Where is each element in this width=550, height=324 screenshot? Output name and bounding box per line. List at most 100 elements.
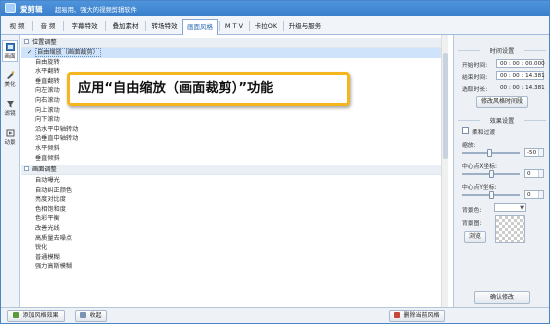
spin-arrows-icon[interactable] bbox=[538, 191, 543, 198]
end-time-label: 结束时间: bbox=[462, 75, 488, 81]
list-item[interactable]: 垂直倾斜 bbox=[21, 154, 448, 164]
app-name: 爱剪辑 bbox=[20, 5, 43, 14]
tab-divider bbox=[283, 21, 284, 31]
add-icon bbox=[13, 311, 20, 318]
collapse-toggle-icon[interactable] bbox=[24, 165, 29, 171]
tab-divider bbox=[105, 21, 106, 31]
tab-transitions[interactable]: 转场特效 bbox=[147, 20, 182, 33]
zoom-slider[interactable] bbox=[462, 149, 520, 157]
list-item[interactable]: 水平倾斜 bbox=[21, 144, 448, 154]
start-time-label: 开始时间: bbox=[462, 63, 488, 69]
delete-style-button[interactable]: 删除当前风格 bbox=[389, 310, 445, 322]
chevron-down-icon: ▼ bbox=[520, 205, 524, 211]
category-sidebar: 画面 美化 滤镜 动景 bbox=[1, 35, 20, 307]
collapse-button[interactable]: 收起 bbox=[75, 310, 107, 322]
list-item[interactable]: 沿水平中轴转动 bbox=[21, 125, 448, 135]
title-bar: 爱剪辑 超易用、强大的视频剪辑软件 bbox=[1, 1, 549, 16]
divider bbox=[524, 50, 546, 51]
center-x-slider[interactable] bbox=[462, 170, 520, 178]
spin-arrows-icon[interactable] bbox=[538, 170, 543, 177]
collapse-toggle-icon[interactable] bbox=[24, 38, 29, 44]
tab-divider bbox=[63, 21, 64, 31]
center-x-spinbox[interactable]: 0 bbox=[524, 169, 544, 178]
duration-label: 选取时长: bbox=[462, 87, 488, 93]
tab-divider bbox=[32, 21, 33, 31]
list-item[interactable]: 自动纠正颜色 bbox=[21, 186, 448, 196]
sidebar-item-motion[interactable]: 动景 bbox=[2, 127, 18, 149]
collapse-icon bbox=[80, 311, 87, 318]
list-item[interactable]: 自动曝光 bbox=[21, 176, 448, 186]
list-item[interactable]: 向下滚动 bbox=[21, 115, 448, 125]
tab-karaoke[interactable]: 卡拉OK bbox=[251, 20, 281, 33]
browse-button[interactable]: 浏览 bbox=[464, 231, 486, 243]
list-item[interactable]: 高质量去噪点 bbox=[21, 234, 448, 244]
tab-divider bbox=[145, 21, 146, 31]
list-item[interactable]: 普通模糊 bbox=[21, 253, 448, 263]
scrollbar-thumb[interactable] bbox=[443, 53, 448, 159]
start-time-field[interactable]: 00 : 00 : 00.000 bbox=[496, 59, 545, 68]
beautify-icon bbox=[6, 71, 14, 79]
list-item[interactable]: 自由旋转 bbox=[21, 58, 448, 68]
app-logo-icon bbox=[5, 3, 16, 13]
motion-icon bbox=[6, 129, 14, 137]
add-style-effect-button[interactable]: 添加风格效果 bbox=[7, 310, 65, 322]
zoom-label: 缩放: bbox=[462, 143, 476, 149]
list-item[interactable]: 锐化 bbox=[21, 243, 448, 253]
app-slogan: 超易用、强大的视频剪辑软件 bbox=[55, 7, 137, 14]
sidebar-item-label: 美化 bbox=[4, 82, 16, 88]
tab-picture-style[interactable]: 画面风格 bbox=[182, 19, 218, 35]
sidebar-item-picture[interactable]: 画面 bbox=[2, 40, 18, 62]
zoom-spinbox[interactable]: -50 bbox=[524, 148, 544, 157]
check-icon: ✓ bbox=[27, 49, 33, 56]
sidebar-item-filter[interactable]: 滤镜 bbox=[2, 98, 18, 120]
annotation-callout: 应用“自由缩放（画面裁剪）”功能 bbox=[67, 72, 350, 106]
duration-value: 00 : 00 : 14.381 bbox=[500, 85, 545, 91]
slider-knob[interactable] bbox=[487, 149, 492, 157]
tab-audio[interactable]: 音 频 bbox=[37, 20, 59, 33]
tab-video[interactable]: 视 频 bbox=[6, 20, 28, 33]
list-item[interactable]: 亮度对比度 bbox=[21, 195, 448, 205]
delete-icon bbox=[394, 311, 401, 318]
modify-style-time-button[interactable]: 修改风格时间段 bbox=[476, 96, 528, 108]
slider-knob[interactable] bbox=[489, 170, 494, 178]
category-picture-adjust[interactable]: 画面调整 bbox=[21, 165, 448, 175]
list-item[interactable]: 色相饱和度 bbox=[21, 205, 448, 215]
list-item[interactable]: 沿垂直中轴转动 bbox=[21, 134, 448, 144]
list-item[interactable]: 向上滚动 bbox=[21, 106, 448, 116]
center-y-spinbox[interactable]: 0 bbox=[524, 190, 544, 199]
list-item[interactable]: 改善光线 bbox=[21, 224, 448, 234]
sidebar-item-label: 动景 bbox=[4, 140, 16, 146]
list-item[interactable]: 色彩平衡 bbox=[21, 214, 448, 224]
list-scrollbar[interactable] bbox=[441, 35, 448, 307]
settings-panel: 时间设置 开始时间: 00 : 00 : 00.000 结束时间: 00 : 0… bbox=[453, 35, 549, 307]
slider-knob[interactable] bbox=[489, 191, 494, 199]
app-window: 爱剪辑 超易用、强大的视频剪辑软件 视 频 音 频 字幕特效 叠加素材 转场特效… bbox=[0, 0, 550, 324]
bg-color-select[interactable]: ▼ bbox=[494, 203, 526, 212]
tab-divider bbox=[249, 21, 250, 31]
tab-divider bbox=[219, 21, 220, 31]
main-tab-bar: 视 频 音 频 字幕特效 叠加素材 转场特效 画面风格 M T V 卡拉OK 升… bbox=[1, 16, 549, 35]
tab-overlay-material[interactable]: 叠加素材 bbox=[108, 20, 143, 33]
center-x-label: 中心点X坐标: bbox=[462, 164, 497, 170]
confirm-modify-button[interactable]: 确认修改 bbox=[474, 291, 530, 304]
center-y-label: 中心点Y坐标: bbox=[462, 185, 497, 191]
tab-mtv[interactable]: M T V bbox=[221, 20, 247, 33]
category-position-adjust[interactable]: 位置调整 bbox=[21, 38, 448, 48]
filter-icon bbox=[6, 101, 14, 108]
tab-subtitle-effects[interactable]: 字幕特效 bbox=[67, 20, 102, 33]
divider bbox=[524, 120, 546, 121]
list-item[interactable]: ✓ 自由缩放（画面裁剪） bbox=[21, 48, 448, 58]
sidebar-item-beautify[interactable]: 美化 bbox=[2, 69, 18, 91]
sidebar-item-label: 画面 bbox=[4, 54, 16, 60]
bottom-toolbar: 添加风格效果 收起 删除当前风格 bbox=[1, 307, 549, 323]
tab-upgrade-service[interactable]: 升级与服务 bbox=[285, 20, 325, 33]
bg-image-label: 背景图: bbox=[462, 221, 482, 227]
end-time-field[interactable]: 00 : 00 : 14.381 bbox=[496, 71, 545, 80]
list-item[interactable]: 强力高斯模糊 bbox=[21, 262, 448, 272]
center-y-slider[interactable] bbox=[462, 191, 520, 199]
sidebar-item-label: 滤镜 bbox=[4, 111, 16, 117]
bg-color-label: 背景色: bbox=[462, 208, 482, 214]
bg-image-preview bbox=[495, 215, 525, 243]
spin-arrows-icon[interactable] bbox=[538, 149, 543, 156]
soft-edge-checkbox[interactable] bbox=[462, 127, 469, 134]
